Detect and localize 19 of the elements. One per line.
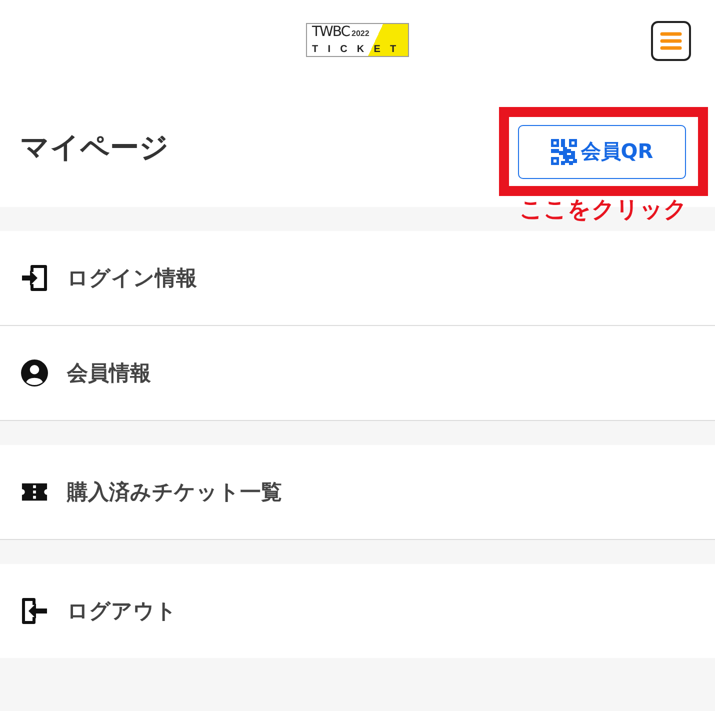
logout-icon [21,597,48,625]
qr-code-icon [550,138,577,164]
member-qr-button[interactable]: 会員QR [518,124,686,178]
annotation-text: ここをクリック [520,196,688,225]
page-title: マイページ [20,129,169,166]
logo-title: TWBC [312,25,350,39]
menu-item-label: ログアウト [67,598,177,625]
menu-item[interactable]: 会員情報 [0,326,715,421]
menu-item-label: ログイン情報 [67,265,197,292]
menu-button[interactable] [651,20,691,60]
menu-item[interactable]: ログイン情報 [0,231,715,326]
menu-item-label: 購入済みチケット一覧 [67,479,282,506]
menu-item[interactable]: ログアウト [0,564,715,658]
logo-year: 2022 [352,30,370,38]
login-icon [21,264,48,292]
menu-item[interactable]: 購入済みチケット一覧 [0,445,715,540]
menu-item-label: 会員情報 [67,360,151,387]
user-icon [21,359,48,387]
menu-icon [660,32,682,50]
